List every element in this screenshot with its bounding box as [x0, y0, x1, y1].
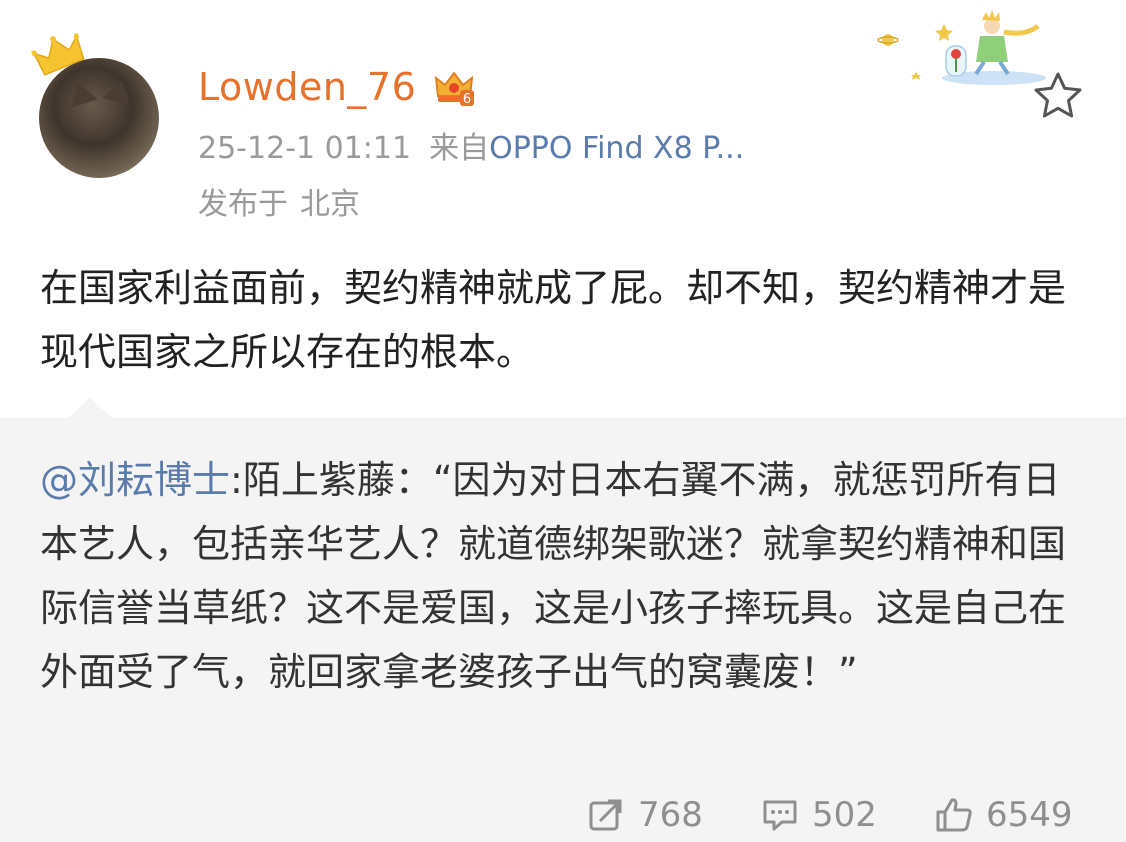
- source-device-link[interactable]: OPPO Find X8 P...: [489, 131, 744, 166]
- avatar-ear-left: [64, 78, 98, 108]
- repost-pointer: [68, 398, 112, 418]
- like-count: 6549: [986, 795, 1073, 835]
- avatar-ear-right: [102, 76, 136, 106]
- source-prefix: 来自: [429, 131, 490, 166]
- action-bar: 768 502 6549: [0, 788, 1126, 842]
- repost-body[interactable]: @刘耘博士:陌上紫藤：“因为对日本右翼不满，就惩罚所有日本艺人，包括亲华艺人？就…: [40, 448, 1090, 704]
- vip-crown-badge-icon[interactable]: 6: [432, 66, 476, 110]
- username[interactable]: Lowden_76: [198, 62, 416, 112]
- repost-author-mention[interactable]: @刘耘博士: [40, 458, 230, 502]
- post-meta: 25-12-1 01:11 来自OPPO Find X8 P...: [198, 126, 744, 172]
- post-timestamp: 25-12-1 01:11: [198, 131, 412, 166]
- comment-icon: [763, 800, 797, 831]
- comment-button[interactable]: 502: [760, 788, 877, 842]
- little-prince-decoration-icon: [877, 10, 1046, 85]
- comment-count: 502: [812, 795, 877, 835]
- location-prefix: 发布于: [198, 187, 288, 222]
- weibo-post: Lowden_76 6 25-12-1 01:11 来自OPPO Find X8 …: [0, 0, 1126, 842]
- like-button[interactable]: 6549: [934, 788, 1073, 842]
- post-body-text: 在国家利益面前，契约精神就成了屁。却不知，契约精神才是现代国家之所以存在的根本。: [40, 266, 1067, 374]
- star-outline-icon[interactable]: [1030, 68, 1086, 124]
- repost-button[interactable]: 768: [586, 788, 703, 842]
- thumbs-up-icon: [936, 798, 972, 832]
- location-name: 北京: [300, 187, 360, 222]
- avatar-area[interactable]: [30, 32, 164, 180]
- repost-icon: [589, 799, 622, 831]
- post-location: 发布于 北京: [198, 182, 360, 228]
- repost-count: 768: [638, 795, 703, 835]
- vip-level: 6: [463, 92, 471, 107]
